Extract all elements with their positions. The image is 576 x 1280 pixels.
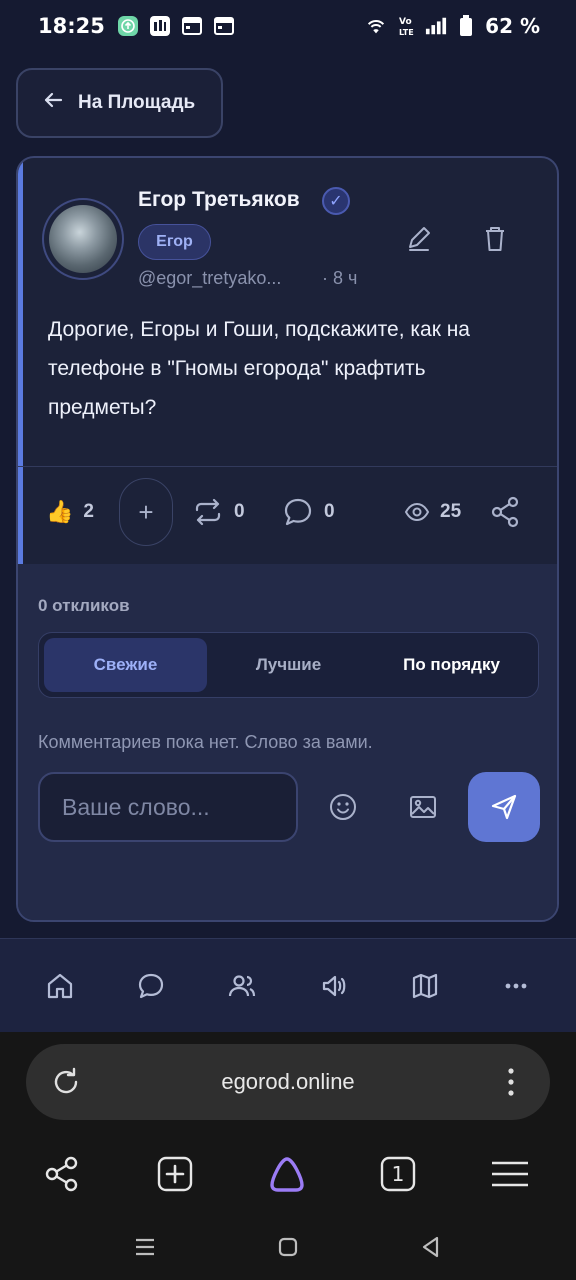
alice-assistant-icon — [270, 1157, 304, 1192]
send-button[interactable] — [468, 772, 540, 842]
share-button[interactable] — [490, 476, 520, 548]
home-button[interactable] — [273, 1232, 303, 1262]
send-icon — [491, 794, 517, 820]
comments-count: 0 откликов — [38, 596, 130, 615]
status-bar: 18:25 Vo LTE 62 % — [0, 0, 576, 52]
tabs-button[interactable]: 1 — [376, 1152, 420, 1196]
nav-map[interactable] — [403, 964, 447, 1008]
battery-percent: 62 % — [485, 14, 540, 38]
verified-icon: ✓ — [322, 187, 350, 215]
comment-button[interactable]: 0 — [282, 476, 335, 548]
back-triangle-icon — [422, 1236, 439, 1258]
plus-square-icon — [157, 1156, 193, 1192]
plus-icon: + — [138, 496, 154, 527]
back-button-label: На Площадь — [78, 92, 196, 113]
calendar-icon — [181, 15, 203, 37]
eye-icon — [404, 502, 430, 522]
tab-in-order[interactable]: По порядку — [370, 638, 533, 692]
home-icon — [47, 973, 72, 998]
chat-icon — [138, 973, 164, 998]
share-icon — [45, 1156, 78, 1192]
nav-more[interactable] — [494, 964, 538, 1008]
smile-icon — [330, 794, 356, 820]
bottom-nav — [0, 938, 576, 1032]
post-actions: 👍 2 + 0 0 25 — [18, 476, 557, 548]
back-button[interactable]: На Площадь — [16, 68, 223, 138]
views-counter: 25 — [404, 476, 461, 548]
more-vertical-icon — [508, 1068, 514, 1096]
pencil-icon — [409, 227, 430, 251]
nav-home[interactable] — [38, 964, 82, 1008]
app-icon — [149, 15, 171, 37]
repost-button[interactable]: 0 — [192, 476, 245, 548]
add-reaction-button[interactable]: + — [119, 478, 173, 546]
tab-fresh[interactable]: Свежие — [44, 638, 207, 692]
url-text[interactable]: egorod.online — [26, 1044, 550, 1120]
post-card: Егор Третьяков ✓ Егор @egor_tretyako... … — [16, 156, 559, 922]
divider — [18, 466, 557, 467]
share-icon — [491, 496, 519, 528]
speaker-icon — [322, 975, 345, 996]
status-time: 18:25 — [38, 14, 105, 38]
assistant-button[interactable] — [265, 1152, 309, 1196]
browser-chrome: egorod.online 1 — [0, 1032, 576, 1280]
comment-icon — [284, 498, 312, 526]
attach-image-button[interactable] — [406, 790, 440, 824]
comments-section: 0 откликов Свежие Лучшие По порядку Комм… — [18, 564, 557, 920]
browser-menu-button[interactable] — [496, 1064, 526, 1100]
nav-audio[interactable] — [312, 964, 356, 1008]
svg-text:Vo: Vo — [399, 17, 412, 27]
svg-text:LTE: LTE — [399, 28, 414, 37]
calendar-icon — [213, 15, 235, 37]
new-tab-button[interactable] — [153, 1152, 197, 1196]
post-time: · 8 ч — [322, 268, 358, 288]
trash-icon — [486, 227, 504, 251]
emoji-button[interactable] — [326, 790, 360, 824]
arrow-left-icon — [42, 89, 64, 117]
more-horizontal-icon — [505, 983, 527, 988]
recent-apps-icon — [136, 1238, 154, 1256]
repost-count: 0 — [234, 501, 245, 522]
browser-toolbar: 1 — [0, 1140, 576, 1210]
repost-icon — [195, 498, 221, 526]
browser-share-button[interactable] — [40, 1152, 84, 1196]
signal-icon — [425, 15, 447, 37]
comment-input[interactable] — [38, 772, 298, 842]
volte-icon: Vo LTE — [395, 15, 417, 37]
image-icon — [410, 796, 436, 818]
user-tag-badge: Егор — [138, 224, 211, 260]
author-handle: @egor_tretyako... — [138, 268, 282, 288]
map-icon — [412, 973, 438, 998]
thumbs-up-icon: 👍 — [46, 499, 74, 524]
battery-icon — [455, 15, 477, 37]
edit-button[interactable] — [402, 222, 436, 256]
home-square-icon — [278, 1237, 298, 1257]
nav-messages[interactable] — [129, 964, 173, 1008]
browser-main-menu-button[interactable] — [488, 1152, 532, 1196]
reload-icon — [54, 1067, 78, 1094]
system-navigation — [0, 1216, 576, 1280]
back-nav-button[interactable] — [416, 1232, 446, 1262]
avatar[interactable] — [42, 198, 124, 280]
upload-icon — [117, 15, 139, 37]
views-count: 25 — [440, 501, 462, 522]
empty-comments-text: Комментариев пока нет. Слово за вами. — [38, 732, 373, 752]
tab-count: 1 — [391, 1162, 405, 1186]
users-icon — [229, 974, 256, 996]
address-bar[interactable]: egorod.online — [26, 1044, 550, 1120]
like-button[interactable]: 👍 2 — [46, 476, 94, 548]
wifi-icon — [365, 15, 387, 37]
comment-sort-tabs: Свежие Лучшие По порядку — [38, 632, 539, 698]
like-count: 2 — [83, 501, 94, 522]
comment-count: 0 — [324, 501, 335, 522]
tab-best[interactable]: Лучшие — [207, 638, 370, 692]
reload-button[interactable] — [48, 1064, 84, 1100]
recent-apps-button[interactable] — [130, 1232, 160, 1262]
avatar-image — [49, 205, 117, 273]
nav-people[interactable] — [220, 964, 264, 1008]
hamburger-icon — [492, 1161, 528, 1187]
post-text: Дорогие, Егоры и Гоши, подскажите, как н… — [48, 318, 470, 419]
author-name[interactable]: Егор Третьяков — [138, 188, 300, 212]
delete-button[interactable] — [478, 222, 512, 256]
